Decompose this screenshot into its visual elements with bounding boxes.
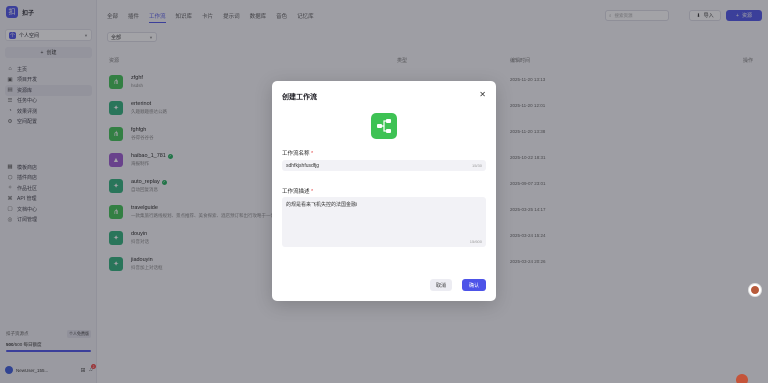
workflow-name-value: sdhfkjshfusdfjg bbox=[286, 162, 320, 169]
close-icon[interactable]: ✕ bbox=[479, 90, 486, 99]
create-workflow-dialog: 创建工作流 ✕ 工作流名称 * sdhfkjshfusdfjg 15/30 工作… bbox=[272, 81, 496, 301]
workflow-name-field[interactable]: sdhfkjshfusdfjg 15/30 bbox=[282, 160, 486, 171]
help-bubble-icon[interactable] bbox=[736, 374, 748, 383]
confirm-button[interactable]: 确认 bbox=[462, 279, 486, 291]
desc-counter: 15/600 bbox=[469, 239, 482, 244]
dialog-title: 创建工作流 bbox=[282, 94, 317, 101]
workflow-description-field[interactable]: 的规是看来飞机失控的法国金融i 15/600 bbox=[282, 197, 486, 247]
workflow-icon[interactable] bbox=[371, 113, 397, 139]
desc-label: 工作流描述 * bbox=[282, 189, 314, 195]
cancel-button[interactable]: 取消 bbox=[430, 279, 452, 291]
assistant-avatar-icon[interactable] bbox=[748, 283, 762, 297]
name-label: 工作流名称 * bbox=[282, 151, 314, 157]
name-counter: 15/30 bbox=[471, 163, 482, 168]
workflow-description-value: 的规是看来飞机失控的法国金融i bbox=[286, 202, 358, 208]
